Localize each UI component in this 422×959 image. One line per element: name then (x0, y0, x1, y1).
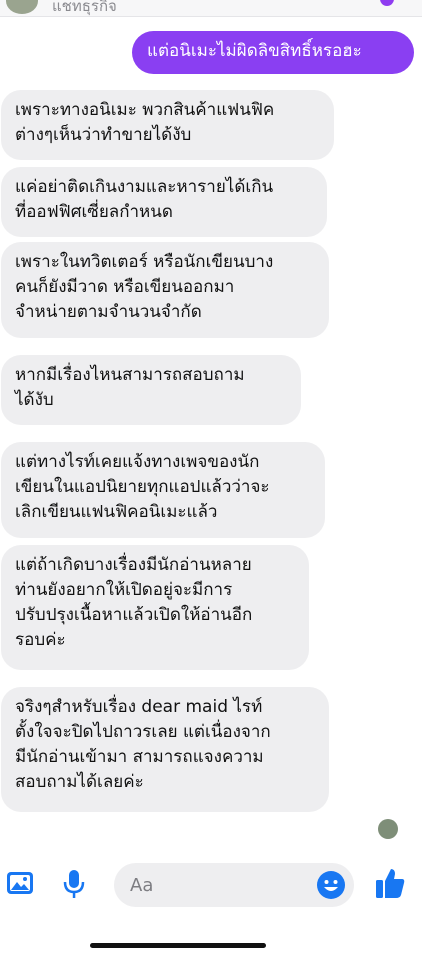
gallery-icon[interactable] (5, 869, 35, 897)
message-incoming[interactable]: จริงๆสำหรับเรื่อง dear maid ไรท์ ตั้งใจจ… (1, 687, 329, 812)
contact-status: แชทธุรกิจ (52, 0, 117, 15)
message-incoming[interactable]: เพราะในทวิตเตอร์ หรือนักเขียนบาง คนก็ยัง… (1, 242, 329, 338)
chat-header: แชทธุรกิจ (0, 0, 422, 17)
message-incoming[interactable]: เพราะทางอนิเมะ พวกสินค้าแฟนฟิค ต่างๆเห็น… (1, 90, 334, 160)
microphone-icon[interactable] (61, 868, 87, 900)
home-indicator (90, 943, 266, 948)
message-input-placeholder: Aa (130, 874, 154, 896)
message-incoming[interactable]: หากมีเรื่องไหนสามารถสอบถาม ได้งับ (1, 355, 301, 425)
seen-avatar (378, 819, 398, 839)
message-input[interactable]: Aa (114, 863, 354, 907)
header-badge (380, 0, 394, 6)
contact-avatar[interactable] (6, 0, 38, 14)
message-outgoing[interactable]: แต่อนิเมะไม่ผิดลิขสิทธิ์หรอฮะ (132, 31, 414, 74)
message-incoming[interactable]: แค่อย่าติดเกินงามและหารายได้เกิน ที่ออฟฟ… (1, 167, 327, 237)
emoji-icon[interactable] (316, 870, 346, 900)
message-incoming[interactable]: แต่ทางไรท์เคยแจ้งทางเพจของนัก เขียนในแอป… (1, 442, 325, 538)
message-incoming[interactable]: แต่ถ้าเกิดบางเรื่องมีนักอ่านหลาย ท่านยัง… (1, 545, 309, 670)
thumbs-up-icon[interactable] (374, 866, 406, 900)
